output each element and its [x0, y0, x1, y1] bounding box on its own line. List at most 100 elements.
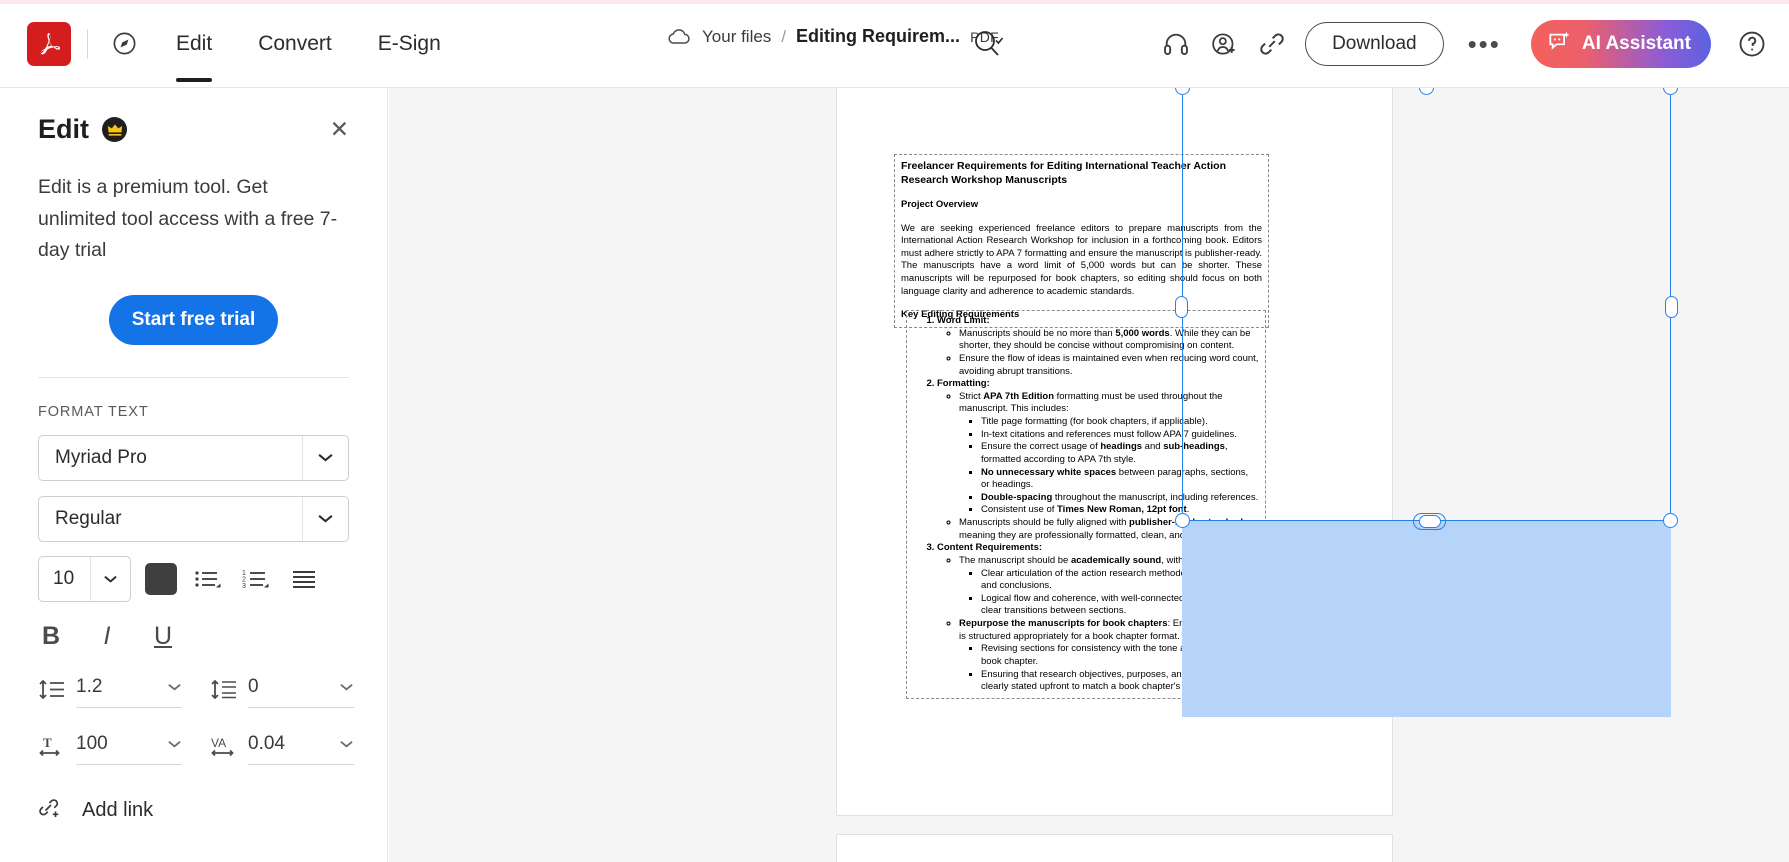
edit-panel: Edit ✕ Edit is a premium tool. Get unlim… [0, 88, 388, 862]
scale-tracking-row: T 100 VA 0.04 [38, 730, 354, 765]
line-spacing-value: 1.2 [76, 675, 103, 697]
paragraph-spacing-control[interactable]: 0 [248, 673, 354, 708]
underline-button[interactable]: U [150, 622, 176, 651]
ai-assistant-label: AI Assistant [1581, 33, 1691, 54]
spacing-row: 1.2 0 [38, 673, 354, 708]
chevron-down-icon [90, 556, 130, 601]
font-size-and-style-row: 10 1 2 3 [38, 555, 349, 602]
headphones-listen-icon[interactable] [1153, 21, 1199, 67]
requirement-title: Content Requirements: [937, 542, 1043, 554]
svg-text:3: 3 [242, 583, 246, 590]
ai-sparkle-chat-icon [1547, 29, 1572, 60]
adobe-acrobat-logo[interactable] [27, 21, 71, 66]
line-spacing-field[interactable]: 1.2 [38, 673, 182, 708]
sub-bullet-item: Ensure the correct usage of headings and… [981, 441, 1259, 466]
toolbar-divider [87, 28, 88, 59]
horizontal-scale-field[interactable]: T 100 [38, 730, 182, 765]
link-icon[interactable] [1249, 21, 1295, 67]
text-color-swatch[interactable] [145, 562, 177, 595]
requirement-title: Word Limit: [937, 315, 990, 326]
acrobat-app-window: Edit Convert E-Sign Your files / Editing… [0, 0, 1789, 862]
font-size-select[interactable]: 10 [38, 555, 131, 602]
top-toolbar: Edit Convert E-Sign Your files / Editing… [0, 0, 1789, 88]
resize-handle-bottom-right[interactable] [1663, 513, 1678, 528]
bulleted-list-icon[interactable] [191, 562, 225, 596]
requirement-bullets: Strict APA 7th Edition formatting must b… [937, 391, 1259, 543]
pdf-page-1[interactable]: Freelancer Requirements for Editing Inte… [837, 88, 1678, 815]
horizontal-scale-icon: T [38, 734, 66, 760]
text-block-requirements[interactable]: Word Limit: Manuscripts should be no more… [906, 310, 1266, 699]
overview-heading: Project Overview [901, 198, 979, 210]
tab-edit[interactable]: Edit [162, 26, 226, 82]
document-title: Freelancer Requirements for Editing Inte… [901, 160, 1226, 186]
bullet-item: The manuscript should be academically so… [959, 555, 1259, 618]
help-question-icon[interactable] [1729, 21, 1775, 67]
tracking-icon: VA [210, 734, 238, 760]
sub-bullet-item: Double-spacing throughout the manuscript… [981, 492, 1259, 505]
tracking-control[interactable]: 0.04 [248, 730, 354, 765]
resize-handle-middle-right[interactable] [1665, 296, 1678, 318]
requirement-bullets: The manuscript should be academically so… [937, 555, 1259, 694]
link-plus-icon [38, 795, 68, 826]
sub-bullet-item: Logical flow and coherence, with well-co… [981, 593, 1259, 618]
chevron-down-icon [302, 496, 348, 541]
bullet-item: Ensure the flow of ideas is maintained e… [959, 353, 1259, 378]
font-size-value: 10 [53, 567, 75, 589]
toolbar-right-actions: Download ••• AI Assistant [1153, 0, 1775, 88]
sub-bullet-item: Ensuring that research objectives, purpo… [981, 669, 1259, 694]
ai-assistant-button[interactable]: AI Assistant [1530, 20, 1711, 68]
font-family-select[interactable]: Myriad Pro [38, 434, 349, 481]
resize-handle-top-right[interactable] [1663, 88, 1678, 95]
paragraph-spacing-field[interactable]: 0 [210, 673, 354, 708]
tracking-field[interactable]: VA 0.04 [210, 730, 354, 765]
start-free-trial-button[interactable]: Start free trial [109, 294, 278, 345]
font-style-select[interactable]: Regular [38, 495, 349, 542]
format-text-section-label: FORMAT TEXT [38, 403, 149, 420]
add-link-button[interactable]: Add link [38, 795, 349, 826]
sub-bullets: Title page formatting (for book chapters… [959, 416, 1259, 517]
numbered-list-icon[interactable]: 1 2 3 [239, 562, 273, 596]
requirement-bullets: Manuscripts should be no more than 5,000… [937, 328, 1259, 379]
tab-convert[interactable]: Convert [244, 26, 346, 62]
font-style-value: Regular [55, 507, 122, 529]
bullet-item: Repurpose the manuscripts for book chapt… [959, 618, 1259, 694]
font-family-value: Myriad Pro [55, 446, 147, 468]
breadcrumb-separator: / [781, 26, 787, 46]
edit-panel-header: Edit ✕ [38, 114, 349, 145]
resize-handle-top-left[interactable] [1175, 88, 1190, 95]
sub-bullet-item: Title page formatting (for book chapters… [981, 416, 1259, 429]
close-icon[interactable]: ✕ [330, 118, 349, 141]
crown-icon [102, 117, 127, 142]
bullet-item: Strict APA 7th Edition formatting must b… [959, 391, 1259, 517]
tab-esign[interactable]: E-Sign [364, 26, 455, 62]
tools-compass-icon[interactable] [104, 24, 144, 64]
text-cursor-marker [1413, 513, 1446, 530]
requirement-title: Formatting: [937, 378, 990, 390]
text-align-icon[interactable] [287, 562, 321, 596]
add-link-label: Add link [82, 798, 154, 821]
resize-handle-top-middle[interactable] [1418, 88, 1434, 95]
line-spacing-control[interactable]: 1.2 [76, 673, 182, 708]
breadcrumb-filename[interactable]: Editing Requirem... [796, 26, 960, 47]
breadcrumb-root[interactable]: Your files [702, 27, 771, 47]
paragraph-spacing-value: 0 [248, 675, 259, 697]
text-block-overview[interactable]: Freelancer Requirements for Editing Inte… [894, 154, 1269, 328]
add-person-share-icon[interactable] [1201, 21, 1247, 67]
overview-body: We are seeking experienced freelance edi… [901, 222, 1262, 297]
download-button[interactable]: Download [1305, 22, 1444, 66]
cloud-icon [666, 27, 692, 47]
panel-divider [38, 376, 349, 378]
sub-bullets: Revising sections for consistency with t… [959, 643, 1259, 694]
requirements-list: Word Limit: Manuscripts should be no more… [913, 315, 1259, 694]
italic-button[interactable]: I [94, 622, 120, 651]
requirement-item: Formatting:Strict APA 7th Edition format… [937, 378, 1259, 542]
pdf-page-2[interactable] [837, 835, 1392, 862]
line-spacing-icon [38, 677, 66, 703]
bold-button[interactable]: B [38, 622, 64, 651]
tracking-value: 0.04 [248, 732, 285, 754]
more-options-button[interactable]: ••• [1454, 30, 1515, 57]
search-icon[interactable] [971, 28, 1005, 65]
document-viewer[interactable]: Freelancer Requirements for Editing Inte… [389, 88, 1789, 862]
horizontal-scale-control[interactable]: 100 [76, 730, 182, 765]
sub-bullet-item: Revising sections for consistency with t… [981, 643, 1259, 668]
